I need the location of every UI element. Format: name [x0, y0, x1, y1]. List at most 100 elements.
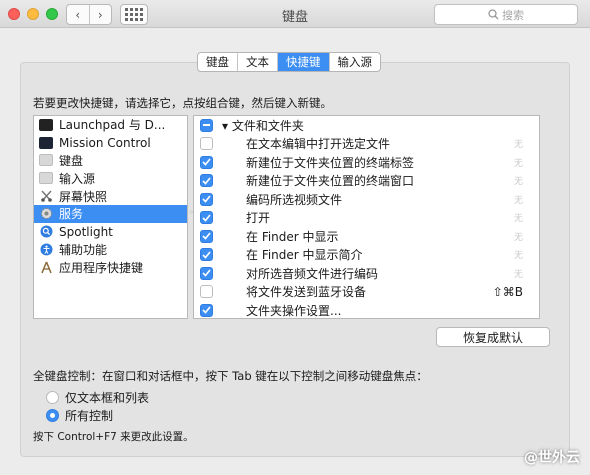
category-label: 输入源	[59, 171, 96, 186]
search-placeholder: 搜索	[502, 8, 524, 22]
shortcut-label: 编码所选视频文件	[246, 192, 343, 207]
category-item-keyboard[interactable]: 键盘	[34, 152, 187, 170]
shortcut-checkbox[interactable]	[200, 285, 213, 299]
category-list: Launchpad 与 D... Mission Control 键盘 输入源 …	[33, 115, 188, 319]
shortcut-label: 在 Finder 中显示	[246, 229, 339, 244]
radio-button[interactable]	[46, 409, 59, 422]
shortcut-key[interactable]: 无	[514, 156, 523, 169]
radio-text-boxes-and-lists[interactable]: 仅文本框和列表	[46, 389, 149, 406]
category-item-mission-control[interactable]: Mission Control	[34, 134, 187, 152]
shortcut-checkbox[interactable]	[200, 155, 213, 169]
radio-button[interactable]	[46, 391, 59, 404]
services-gear-icon	[39, 208, 53, 220]
shortcut-row[interactable]: 新建位于文件夹位置的终端窗口 无	[194, 172, 539, 191]
category-label: Spotlight	[59, 224, 113, 239]
instruction-text: 若要更改快捷键，请选择它，点按组合键，然后键入新键。	[33, 96, 332, 110]
search-icon	[488, 9, 499, 20]
category-item-spotlight[interactable]: Spotlight	[34, 223, 187, 241]
checkmark-icon	[202, 232, 211, 240]
shortcut-row[interactable]: 编码所选视频文件 无	[194, 190, 539, 209]
app-shortcuts-icon	[39, 261, 53, 274]
tab-text[interactable]: 文本	[237, 53, 277, 71]
shortcut-group-row[interactable]: ▾ 文件和文件夹	[194, 116, 539, 135]
tab-shortcuts[interactable]: 快捷键	[277, 53, 329, 71]
shortcut-label: 对所选音频文件进行编码	[246, 266, 379, 281]
shortcut-row[interactable]: 文件夹操作设置...	[194, 301, 539, 320]
shortcut-group-label: ▾ 文件和文件夹	[222, 118, 304, 133]
shortcut-checkbox[interactable]	[200, 192, 213, 206]
category-label: Mission Control	[59, 135, 151, 150]
radio-label: 所有控制	[65, 409, 114, 423]
shortcut-row[interactable]: 在文本编辑中打开选定文件 无	[194, 135, 539, 154]
shortcut-row[interactable]: 在 Finder 中显示简介 无	[194, 246, 539, 265]
shortcut-row[interactable]: 在 Finder 中显示 无	[194, 227, 539, 246]
category-item-launchpad[interactable]: Launchpad 与 D...	[34, 116, 187, 134]
shortcut-checkbox[interactable]	[200, 229, 213, 243]
checkmark-icon	[202, 306, 211, 314]
category-item-app-shortcuts[interactable]: 应用程序快捷键	[34, 258, 187, 276]
category-item-screenshots[interactable]: 屏幕快照	[34, 187, 187, 205]
category-item-input-sources[interactable]: 输入源	[34, 169, 187, 187]
shortcut-key[interactable]: 无	[514, 193, 523, 206]
shortcut-label: 文件夹操作设置...	[246, 303, 342, 318]
shortcut-key[interactable]: 无	[514, 248, 523, 261]
tab-keyboard[interactable]: 键盘	[198, 53, 237, 71]
watermark: @世外云	[524, 450, 580, 466]
shortcut-checkbox[interactable]	[200, 211, 213, 225]
mission-control-icon	[39, 136, 53, 149]
checkmark-icon	[202, 195, 211, 203]
input-source-icon	[39, 172, 53, 185]
category-label: 服务	[59, 207, 84, 222]
radio-label: 仅文本框和列表	[65, 391, 150, 405]
full-keyboard-access-label: 全键盘控制：在窗口和对话框中，按下 Tab 键在以下控制之间移动键盘焦点：	[33, 369, 428, 383]
checkmark-icon	[202, 251, 211, 259]
shortcut-label: 新建位于文件夹位置的终端标签	[246, 155, 415, 170]
tab-bar: 键盘 文本 快捷键 输入源	[197, 52, 381, 72]
category-item-accessibility[interactable]: 辅助功能	[34, 241, 187, 259]
shortcut-label: 在 Finder 中显示简介	[246, 248, 363, 263]
shortcut-key[interactable]: 无	[514, 174, 523, 187]
checkmark-icon	[202, 177, 211, 185]
spotlight-icon	[39, 225, 53, 238]
shortcut-row[interactable]: 打开 无	[194, 209, 539, 228]
shortcut-label: 新建位于文件夹位置的终端窗口	[246, 174, 415, 189]
shortcut-checkbox[interactable]	[200, 174, 213, 188]
shortcut-row[interactable]: 对所选音频文件进行编码 无	[194, 264, 539, 283]
tab-input-sources[interactable]: 输入源	[328, 53, 381, 71]
checkmark-icon	[202, 269, 211, 277]
checkmark-icon	[202, 214, 211, 222]
keyboard-icon	[39, 154, 53, 167]
shortcut-key[interactable]: 无	[514, 137, 523, 150]
shortcut-key[interactable]: 无	[514, 230, 523, 243]
shortcut-checkbox[interactable]	[200, 266, 213, 280]
accessibility-icon	[39, 243, 53, 256]
split-view-handle[interactable]: ◦	[189, 208, 194, 217]
category-label: 应用程序快捷键	[59, 260, 144, 275]
search-field[interactable]: 搜索	[434, 4, 578, 25]
shortcut-row[interactable]: 新建位于文件夹位置的终端标签 无	[194, 153, 539, 172]
title-bar: ‹ › 键盘 搜索	[0, 0, 590, 28]
shortcut-key[interactable]: 无	[514, 211, 523, 224]
screenshot-icon	[39, 190, 53, 202]
checkmark-icon	[202, 158, 211, 166]
category-label: 键盘	[59, 153, 84, 168]
category-item-services[interactable]: 服务	[34, 204, 187, 223]
group-checkbox[interactable]	[200, 118, 213, 132]
shortcut-list: ▾ 文件和文件夹 在文本编辑中打开选定文件 无 新建位于文件夹位置的终端标签 无…	[193, 115, 540, 319]
shortcut-label: 在文本编辑中打开选定文件	[246, 137, 391, 152]
category-label: 屏幕快照	[59, 189, 108, 204]
change-setting-hint: 按下 Control+F7 来更改此设置。	[33, 431, 194, 443]
shortcut-label: 将文件发送到蓝牙设备	[246, 285, 367, 300]
shortcut-key[interactable]: ⇧⌘B	[493, 285, 523, 299]
shortcut-checkbox[interactable]	[200, 137, 213, 151]
shortcut-checkbox[interactable]	[200, 303, 213, 317]
category-label: 辅助功能	[59, 242, 108, 257]
category-label: Launchpad 与 D...	[59, 118, 166, 133]
launchpad-icon	[39, 118, 53, 131]
restore-defaults-button[interactable]: 恢复成默认	[436, 327, 550, 347]
shortcut-row[interactable]: 将文件发送到蓝牙设备 ⇧⌘B	[194, 283, 539, 302]
radio-all-controls[interactable]: 所有控制	[46, 407, 113, 424]
shortcut-label: 打开	[246, 211, 271, 226]
shortcut-key[interactable]: 无	[514, 267, 523, 280]
shortcut-checkbox[interactable]	[200, 248, 213, 262]
